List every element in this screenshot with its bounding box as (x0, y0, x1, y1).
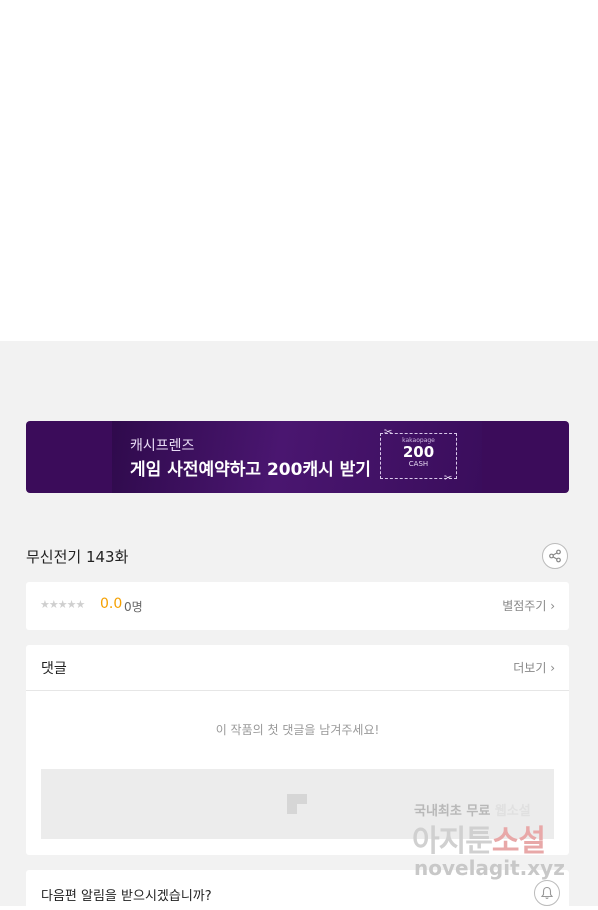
scissors-icon: ✂ (384, 427, 393, 438)
comments-more-link[interactable]: 더보기 › (513, 659, 555, 676)
watermark-logo-a: 아지툰 (412, 824, 493, 859)
coupon-unit: CASH (408, 460, 429, 468)
promo-banner[interactable]: 캐시프렌즈 게임 사전예약하고 200캐시 받기 kakaopage 200 C… (26, 421, 569, 493)
episode-title: 무신전기 143화 (26, 548, 129, 566)
site-watermark: 국내최초 무료 웹소설 아지툰소설 novelagit.xyz (410, 800, 598, 900)
star-rating-icon: ★★★★★ (40, 598, 85, 611)
rating-count: 0명 (124, 600, 143, 614)
rating-score: 0.0 (100, 596, 123, 612)
banner-subtitle: 캐시프렌즈 (130, 438, 195, 454)
comments-heading: 댓글 (41, 661, 67, 677)
coupon-amount: 200 (402, 443, 435, 461)
watermark-logo: 아지툰소설 (412, 816, 546, 860)
notify-text: 다음편 알림을 받으시겠습니까? (41, 889, 212, 904)
share-button[interactable] (542, 543, 568, 569)
scissors-icon: ✂ (444, 473, 453, 484)
watermark-logo-b: 소설 (491, 824, 546, 859)
content-area (0, 0, 598, 341)
divider (26, 690, 569, 691)
share-icon (549, 549, 561, 563)
rating-card: ★★★★★ 0.0 0명 별점주기 › (26, 582, 569, 630)
empty-comments-message: 이 작품의 첫 댓글을 남겨주세요! (215, 723, 380, 737)
rate-button[interactable]: 별점주기 › (502, 597, 555, 614)
watermark-url: novelagit.xyz (414, 856, 565, 880)
banner-title: 게임 사전예약하고 200캐시 받기 (130, 460, 371, 480)
image-placeholder-icon (287, 794, 307, 814)
